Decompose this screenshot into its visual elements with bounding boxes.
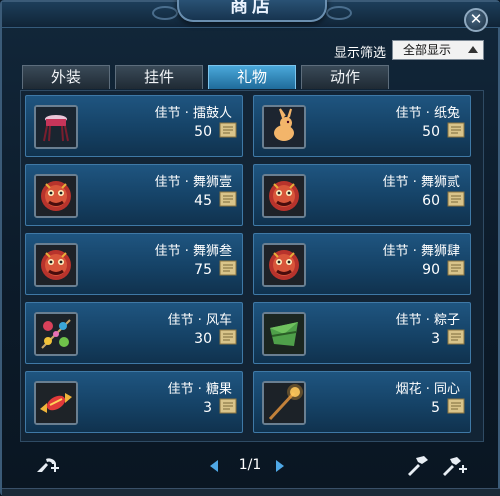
item-price: 50	[194, 124, 212, 140]
page-indicator: 1/1	[238, 457, 262, 473]
pinwheel-icon	[34, 312, 78, 356]
item-name: 佳节 · 舞狮叁	[154, 244, 232, 259]
currency-scroll-icon	[219, 398, 237, 414]
shop-item-slot[interactable]: 佳节 · 粽子 3	[253, 302, 471, 364]
shop-item-slot[interactable]: 烟花 · 同心 5	[253, 371, 471, 433]
sell-icon	[37, 458, 59, 472]
filter-label: 显示筛选	[334, 46, 387, 61]
candy-icon	[34, 381, 78, 425]
item-name: 佳节 · 舞狮贰	[382, 175, 460, 190]
close-button[interactable]: ✕	[464, 8, 488, 32]
shop-item-slot[interactable]: 佳节 · 舞狮壹 45	[25, 164, 243, 226]
repair-all-button[interactable]	[440, 452, 468, 478]
bottom-toolbar: 1/1	[20, 448, 484, 482]
lion-mask-icon	[262, 243, 306, 287]
shop-window: 商店 ✕ 显示筛选 全部显示 外装 挂件 礼物 动作 佳节 · 擂鼓人 50 佳节 …	[0, 0, 500, 496]
footer-strip	[2, 488, 500, 496]
shop-item-slot[interactable]: 佳节 · 糖果 3	[25, 371, 243, 433]
item-price: 90	[422, 262, 440, 278]
sell-tool-button[interactable]	[34, 452, 62, 478]
item-grid: 佳节 · 擂鼓人 50 佳节 · 纸兔 50 佳节 · 舞狮壹 45 佳节 · 舞狮贰 60 佳…	[20, 90, 484, 442]
lion-mask-icon	[34, 243, 78, 287]
item-name: 烟花 · 同心	[395, 382, 460, 397]
drum-stool-icon	[34, 105, 78, 149]
item-price: 3	[203, 400, 212, 416]
title-ornament-right	[326, 6, 352, 20]
item-name: 佳节 · 风车	[167, 313, 232, 328]
item-price: 45	[194, 193, 212, 209]
shop-item-slot[interactable]: 佳节 · 舞狮肆 90	[253, 233, 471, 295]
currency-scroll-icon	[447, 122, 465, 138]
item-price: 75	[194, 262, 212, 278]
filter-dropdown[interactable]: 全部显示	[392, 40, 484, 60]
currency-scroll-icon	[447, 329, 465, 345]
hammer-plus-icon	[443, 457, 467, 476]
item-price: 30	[194, 331, 212, 347]
lion-mask-icon	[34, 174, 78, 218]
item-price: 50	[422, 124, 440, 140]
prev-page-icon[interactable]	[210, 460, 218, 472]
currency-scroll-icon	[219, 329, 237, 345]
tab-pendant[interactable]: 挂件	[115, 65, 203, 89]
item-price: 5	[431, 400, 440, 416]
paper-rabbit-icon	[262, 105, 306, 149]
item-name: 佳节 · 擂鼓人	[154, 106, 232, 121]
window-title: 商店	[177, 0, 327, 22]
category-tabs: 外装 挂件 礼物 动作	[22, 65, 484, 89]
currency-scroll-icon	[219, 191, 237, 207]
item-price: 60	[422, 193, 440, 209]
dropdown-arrow-icon	[468, 46, 478, 53]
hammer-icon	[408, 456, 428, 476]
filter-selected-value: 全部显示	[403, 43, 452, 57]
currency-scroll-icon	[219, 122, 237, 138]
currency-scroll-icon	[447, 398, 465, 414]
shop-item-slot[interactable]: 佳节 · 风车 30	[25, 302, 243, 364]
shop-item-slot[interactable]: 佳节 · 舞狮叁 75	[25, 233, 243, 295]
shop-item-slot[interactable]: 佳节 · 舞狮贰 60	[253, 164, 471, 226]
currency-scroll-icon	[447, 260, 465, 276]
currency-scroll-icon	[447, 191, 465, 207]
next-page-icon[interactable]	[276, 460, 284, 472]
title-ornament-left	[152, 6, 178, 20]
item-name: 佳节 · 舞狮肆	[382, 244, 460, 259]
item-name: 佳节 · 舞狮壹	[154, 175, 232, 190]
tab-emote[interactable]: 动作	[301, 65, 389, 89]
currency-scroll-icon	[219, 260, 237, 276]
item-name: 佳节 · 纸兔	[395, 106, 460, 121]
item-name: 佳节 · 糖果	[167, 382, 232, 397]
repair-button[interactable]	[404, 452, 432, 478]
shop-item-slot[interactable]: 佳节 · 纸兔 50	[253, 95, 471, 157]
tab-gift[interactable]: 礼物	[208, 65, 296, 89]
item-price: 3	[431, 331, 440, 347]
shop-item-slot[interactable]: 佳节 · 擂鼓人 50	[25, 95, 243, 157]
item-name: 佳节 · 粽子	[395, 313, 460, 328]
sparkler-icon	[262, 381, 306, 425]
lion-mask-icon	[262, 174, 306, 218]
zongzi-icon	[262, 312, 306, 356]
tab-outfit[interactable]: 外装	[22, 65, 110, 89]
